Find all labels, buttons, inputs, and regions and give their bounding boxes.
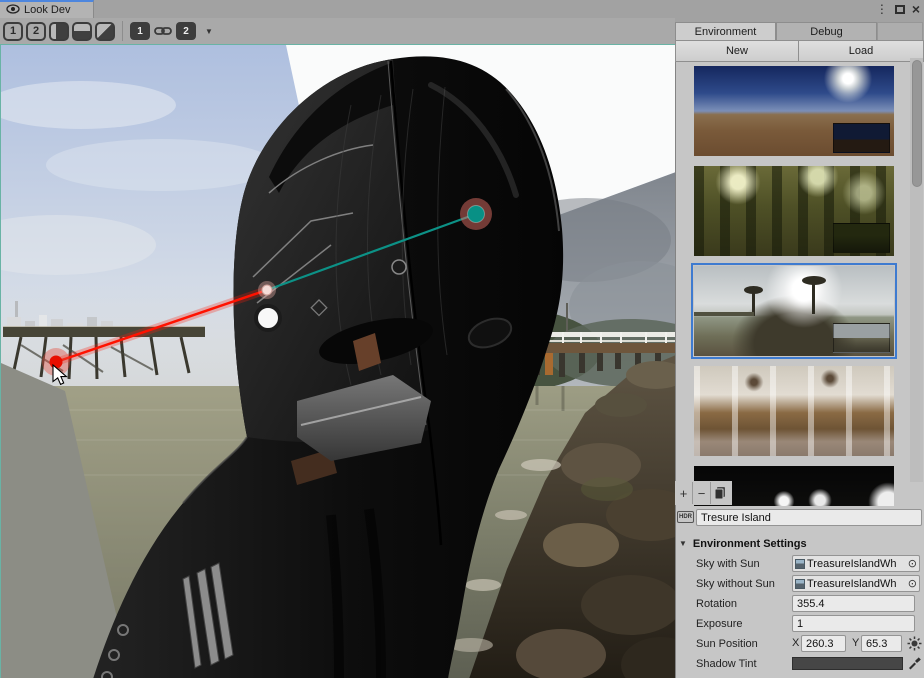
sun-handle-red[interactable]: [50, 356, 63, 369]
foldout-arrow-icon: ▼: [679, 539, 687, 548]
shadow-tint-label: Shadow Tint: [696, 654, 791, 674]
rotation-label: Rotation: [696, 594, 791, 614]
exposure-label: Exposure: [696, 614, 791, 634]
treasure-island-no-sun-inset: [833, 323, 890, 353]
load-environment-button[interactable]: Load: [798, 40, 924, 62]
forest-no-sun-inset: [833, 223, 890, 253]
duplicate-icon: [714, 486, 726, 500]
environment-list-toolbar: + −: [675, 481, 732, 505]
tab-look-dev[interactable]: Look Dev: [0, 0, 94, 18]
sunny-field-hdri-thumbnail[interactable]: [694, 66, 894, 156]
palm-canopy: [802, 276, 826, 285]
thumb-pier: [694, 312, 754, 316]
environment-name-field[interactable]: Tresure Island: [696, 509, 922, 526]
treasure-island-hdri-thumbnail[interactable]: [694, 266, 894, 356]
cubemap-icon: [795, 559, 805, 569]
add-environment-button[interactable]: +: [675, 482, 692, 504]
eyedropper-button[interactable]: [906, 655, 922, 671]
single-view-1-button[interactable]: 1: [3, 22, 23, 41]
sky-with-sun-label: Sky with Sun: [696, 554, 791, 574]
tab-debug[interactable]: Debug: [776, 22, 877, 40]
forest-hdri-thumbnail[interactable]: [694, 166, 894, 256]
single-view-2-button[interactable]: 2: [26, 22, 46, 41]
exposure-field[interactable]: 1: [792, 615, 915, 632]
rotation-field[interactable]: 355.4: [792, 595, 915, 612]
chevron-down-icon[interactable]: ▼: [199, 27, 219, 36]
pick-sun-button[interactable]: [906, 635, 923, 652]
object-picker-icon[interactable]: ⊙: [908, 577, 917, 590]
new-environment-button[interactable]: New: [675, 40, 799, 62]
sun-y-axis-label: Y: [852, 637, 859, 649]
sky-without-sun-value: TreasureIslandWh: [807, 578, 906, 590]
camera-1-button[interactable]: 1: [130, 22, 150, 40]
palm-tree-silhouette: [812, 282, 815, 314]
shadow-tint-swatch[interactable]: [792, 657, 903, 670]
environment-settings-foldout[interactable]: ▼ Environment Settings: [679, 536, 919, 551]
tab-look-dev-label: Look Dev: [24, 4, 70, 16]
environment-panel: Environment Debug New Load + −: [675, 0, 924, 678]
sunny-field-no-sun-inset: [833, 123, 890, 153]
cubemap-icon: [795, 579, 805, 589]
lookdev-toolbar: 1 2 1 2 ▼: [0, 18, 675, 44]
eyedropper-icon: [907, 656, 921, 670]
sun-x-axis-label: X: [792, 637, 799, 649]
thumbnail-scrollbar-thumb[interactable]: [912, 60, 922, 187]
camera-2-button[interactable]: 2: [176, 22, 196, 40]
sky-without-sun-object-field[interactable]: TreasureIslandWh ⊙: [792, 575, 920, 592]
remove-environment-button[interactable]: −: [693, 482, 710, 504]
split-view-button[interactable]: [72, 22, 92, 41]
sun-handle-joint[interactable]: [262, 285, 272, 295]
sun-y-field[interactable]: 65.3: [861, 635, 902, 652]
tab-environment[interactable]: Environment: [675, 22, 776, 40]
palm-canopy: [744, 286, 763, 294]
sky-with-sun-value: TreasureIslandWh: [807, 558, 906, 570]
sky-with-sun-object-field[interactable]: TreasureIslandWh ⊙: [792, 555, 920, 572]
sun-handle-teal[interactable]: [468, 206, 485, 223]
environment-settings-title: Environment Settings: [693, 538, 807, 550]
sun-icon: [907, 636, 922, 651]
side-by-side-view-button[interactable]: [49, 22, 69, 41]
object-picker-icon[interactable]: ⊙: [908, 557, 917, 570]
sky-without-sun-label: Sky without Sun: [696, 574, 791, 594]
link-cameras-icon[interactable]: [153, 22, 173, 40]
tab-strip-spacer: [877, 22, 923, 40]
eye-icon: [6, 1, 20, 19]
church-interior-hdri-thumbnail[interactable]: [694, 366, 894, 456]
lookdev-window: Look Dev ⋮ × 1 2 1 2 ▼: [0, 0, 924, 678]
toolbar-separator: [122, 21, 123, 41]
helmet-screw: [392, 260, 406, 274]
duplicate-environment-button[interactable]: [711, 482, 728, 504]
hdr-badge: HDR: [677, 511, 694, 523]
lookdev-viewport[interactable]: [0, 44, 675, 678]
scene-render: [1, 45, 675, 678]
sun-position-label: Sun Position: [696, 634, 791, 654]
helmet-white-dot: [256, 306, 280, 330]
zone-view-button[interactable]: [95, 22, 115, 41]
sun-x-field[interactable]: 260.3: [801, 635, 846, 652]
